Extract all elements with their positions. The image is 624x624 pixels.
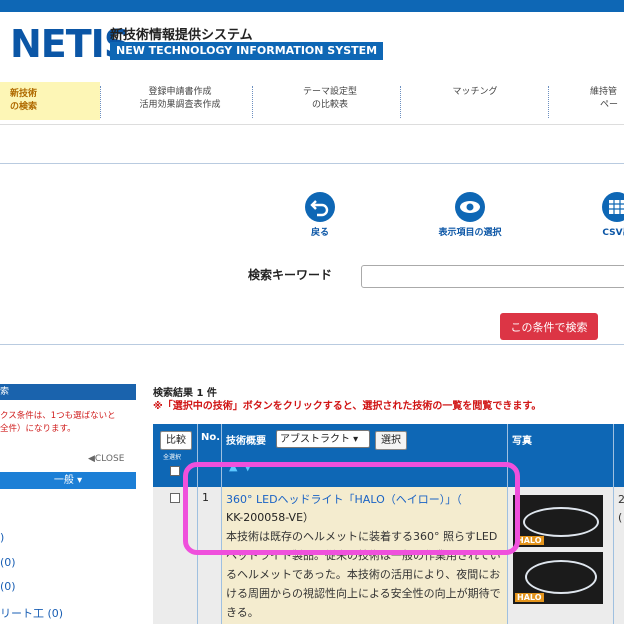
nav-label: マッチング <box>452 87 498 97</box>
column-select-button[interactable]: 表示項目の選択 <box>430 192 510 238</box>
nav-divider <box>252 86 253 118</box>
search-submit-button[interactable]: この条件で検索 <box>500 313 598 340</box>
col-summary-header: 技術概要 <box>226 436 266 447</box>
sidebar-filter-item[interactable]: リート工 (0) <box>0 605 63 621</box>
keyword-label: 検索キーワード <box>248 268 333 282</box>
photo-tag: HALO <box>515 593 544 602</box>
site-subtitle-en: NEW TECHNOLOGY INFORMATION SYSTEM <box>110 42 384 60</box>
nav-divider <box>100 86 101 118</box>
nav-label: ペー <box>600 100 619 110</box>
summary-type-select[interactable]: アブストラクト ▾ <box>276 430 370 448</box>
highlight-annotation <box>183 462 520 555</box>
sidebar-filter-item[interactable]: ) <box>0 531 4 544</box>
column-select-label: 表示項目の選択 <box>438 228 502 238</box>
nav-label: の検索 <box>10 102 38 112</box>
nav-label: 活用効果調査表作成 <box>139 100 221 110</box>
select-all-label: 全選択 <box>163 454 182 461</box>
row-checkbox[interactable] <box>170 493 180 503</box>
csv-export-label: CSV出 <box>602 228 624 238</box>
product-photo-1[interactable]: HALO <box>513 495 603 547</box>
sidebar-filter-item[interactable]: (0) <box>0 580 16 593</box>
nav-label: 維持管 <box>590 87 618 97</box>
column-divider <box>613 424 614 624</box>
summary-select-button[interactable]: 選択 <box>375 431 407 450</box>
row-extra-cell: 2 ( <box>618 493 624 524</box>
nav-label: テーマ設定型 <box>302 87 357 97</box>
sidebar-close-button[interactable]: ◀CLOSE <box>88 454 124 464</box>
col-no-header: No. <box>201 432 221 443</box>
nav-divider <box>548 86 549 118</box>
nav-registration[interactable]: 登録申請書作成 活用効果調査表作成 <box>110 86 250 118</box>
product-photo-2[interactable]: HALO <box>513 552 603 604</box>
nav-label: の比較表 <box>311 100 348 110</box>
sidebar-note: クス条件は、1つも選ばないと 全件）になります。 <box>0 411 116 434</box>
top-bar <box>0 0 624 12</box>
compare-button[interactable]: 比較 <box>160 431 192 450</box>
col-photo-header: 写真 <box>512 436 532 447</box>
keyword-input[interactable] <box>361 265 624 288</box>
csv-export-button[interactable]: CSV出 <box>592 192 624 238</box>
select-all-checkbox[interactable] <box>170 466 180 476</box>
nav-maintenance[interactable]: 維持管 ペー <box>590 86 624 118</box>
halo-ring-image <box>523 507 599 537</box>
back-button[interactable]: 戻る <box>300 192 340 238</box>
nav-label: 新技術 <box>10 89 38 99</box>
back-label: 戻る <box>310 228 329 238</box>
nav-matching[interactable]: マッチング <box>405 86 545 118</box>
sidebar-header: 索 <box>0 384 136 400</box>
table-icon <box>602 192 624 222</box>
nav-theme-compare[interactable]: テーマ設定型 の比較表 <box>260 86 400 118</box>
nav-label: 登録申請書作成 <box>148 87 212 97</box>
nav-divider <box>400 86 401 118</box>
sidebar-filter-item[interactable]: (0) <box>0 556 16 569</box>
sidebar-general-dropdown[interactable]: 一般 ▾ <box>0 472 136 489</box>
eye-icon <box>455 192 485 222</box>
nav-tech-search[interactable]: 新技術 の検索 <box>0 82 100 120</box>
halo-ring-image <box>525 560 597 594</box>
back-icon <box>305 192 335 222</box>
main-nav: 新技術 の検索 登録申請書作成 活用効果調査表作成 テーマ設定型 の比較表 マッ… <box>0 80 624 125</box>
site-subtitle-jp: 新技術情報提供システム <box>110 28 253 43</box>
result-note: ※「選択中の技術」ボタンをクリックすると、選択された技術の一覧を閲覧できます。 <box>153 401 542 412</box>
